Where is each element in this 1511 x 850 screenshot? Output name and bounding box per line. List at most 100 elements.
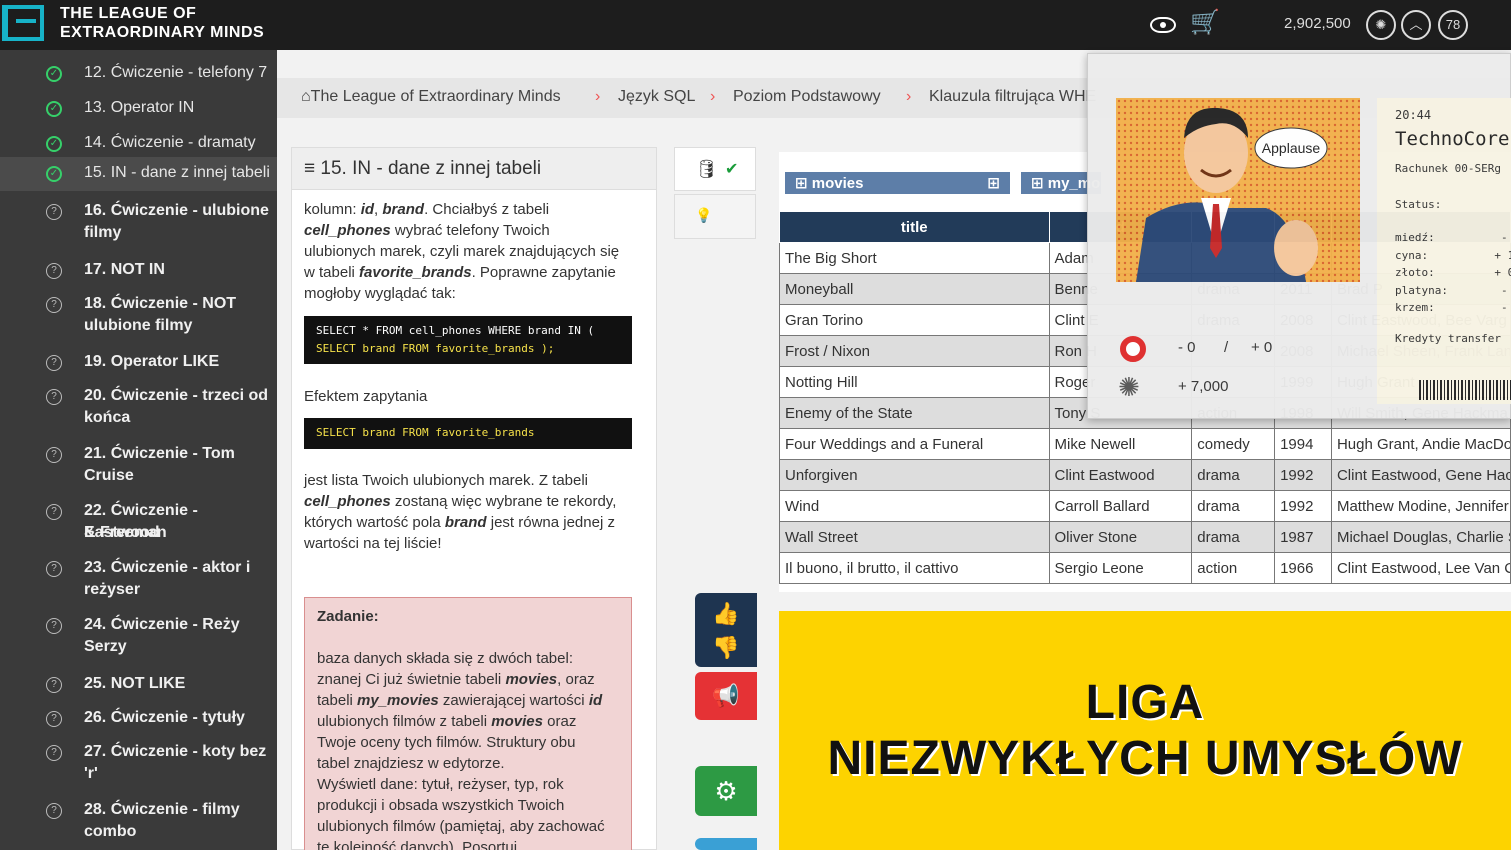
table-cell: Four Weddings and a Funeral [779,428,1050,460]
sidebar-item-label: 'r' [84,765,98,782]
receipt-status: Status: [1395,198,1442,211]
sidebar-item[interactable]: ? 16. Ćwiczenie - ulubione filmy [0,195,277,245]
table-cell: 1992 [1274,459,1332,491]
table-row: Wind Carroll Ballard drama 1992 Matthew Modi… [779,490,1511,522]
sidebar-item-label: 18. Ćwiczenie - NOT [84,295,237,312]
tab-hint[interactable]: 💡 [674,194,756,239]
question-circle-icon: ? [46,711,62,727]
menu-icon[interactable]: ≡ [304,158,320,179]
sidebar-item[interactable]: ✓ 12. Ćwiczenie - telefony 7 [0,57,277,91]
task-title: Zadanie: [317,608,379,625]
table-cell: Mike Newell [1048,428,1193,460]
sidebar-item[interactable]: ? 17. NOT IN [0,254,277,288]
league-banner: LIGA NIEZWYKŁYCH UMYSŁÓW [779,611,1511,850]
stat-credits: + 7,000 [1178,378,1229,395]
breadcrumb-home[interactable]: ⌂The League of Extraordinary Minds [301,88,561,106]
receipt-line: cyna: + 1 [1395,249,1511,262]
table-cell: Enemy of the State [779,397,1050,429]
megaphone-icon: 📢 [712,683,740,708]
logo-text[interactable]: THE LEAGUE OF EXTRAORDINARY MINDS [60,4,264,42]
question-circle-icon: ? [46,504,62,520]
stat-gain: + 0 [1251,339,1273,356]
sidebar-item[interactable]: ? 25. NOT LIKE [0,668,277,702]
banner-line-1: LIGA [1085,676,1205,729]
thumbs-down-icon[interactable]: 👎 [695,631,757,665]
sidebar-item[interactable]: ? 27. Ćwiczenie - koty bez 'r' [0,736,277,786]
sidebar-item-label: 17. NOT IN [84,261,165,278]
sidebar-item-label: 23. Ćwiczenie - aktor i [84,559,251,576]
table-cell: Clint Eastwood, Gene Hac [1330,459,1511,491]
cart-icon[interactable]: 🛒 [1190,8,1220,38]
rank-chevron-icon[interactable]: ︿ [1401,10,1431,40]
receipt-transfer: Kredyty transfer [1395,332,1501,345]
sidebar-item[interactable]: ? 20. Ćwiczenie - trzeci od końca [0,380,277,430]
sidebar-item-label: końca [84,409,131,426]
sidebar-item-label: Cruise [84,467,134,484]
table-cell: drama [1191,459,1276,491]
table-cell: drama [1191,490,1276,522]
receipt-line: miedź: - [1395,231,1508,244]
vote-button[interactable]: 👍 👎 [695,593,757,667]
top-bar: THE LEAGUE OF EXTRAORDINARY MINDS 🛒 2,90… [0,0,1511,50]
extra-button[interactable] [695,838,757,850]
question-circle-icon: ? [46,561,62,577]
sidebar-item[interactable]: ? 21. Ćwiczenie - Tom Cruise [0,438,277,488]
sidebar-item-label: & Freeman [84,524,167,541]
table-row: Four Weddings and a Funeral Mike Newell co… [779,428,1511,460]
lesson-paragraph-2: Efektem zapytania [304,388,428,405]
settings-button[interactable]: ⚙ [695,766,757,816]
eye-icon[interactable] [1150,17,1176,33]
table-cell: Clint Eastwood [1048,459,1193,491]
stat-loss: - 0 [1178,339,1196,356]
level-badge[interactable]: 78 [1438,10,1468,40]
code-block-2: SELECT brand FROM favorite_brands [304,418,632,449]
sidebar-item[interactable]: ✓ 15. IN - dane z innej tabeli [0,157,277,191]
lesson-header: ≡ 15. IN - dane z innej tabeli [292,148,656,190]
sidebar-item[interactable]: ? 28. Ćwiczenie - filmy combo [0,794,277,844]
table-cell: Carroll Ballard [1048,490,1193,522]
logo-line-1: THE LEAGUE OF [60,5,197,22]
sidebar-item-label: ulubione filmy [84,317,193,334]
sidebar-item-label: 26. Ćwiczenie - tytuły [84,709,245,726]
breadcrumb-level[interactable]: Poziom Podstawowy [733,88,881,106]
question-circle-icon: ? [46,263,62,279]
sidebar-item-label: 13. Operator IN [84,99,195,116]
question-circle-icon: ? [46,618,62,634]
sidebar-item[interactable]: ? 24. Ćwiczenie - Reży Serzy [0,609,277,659]
receipt-line: krzem: - [1395,301,1508,314]
receipt-line: platyna: - [1395,284,1508,297]
thumbs-up-icon[interactable]: 👍 [695,597,757,631]
breadcrumb-sql[interactable]: Język SQL [618,88,695,106]
tab-database[interactable]: 🛢 ✔ [674,147,756,191]
sidebar-item[interactable]: ✓ 13. Operator IN [0,92,277,126]
sidebar-item[interactable]: ? 23. Ćwiczenie - aktor i reżyser [0,552,277,602]
sidebar-item[interactable]: ? 19. Operator LIKE [0,346,277,380]
column-header[interactable]: title [779,211,1050,243]
svg-text:Applause: Applause [1262,140,1321,156]
gear-icon: ⚙ [714,776,738,806]
sidebar-item-label: 25. NOT LIKE [84,675,186,692]
report-button[interactable]: 📢 [695,672,757,720]
table-cell: 1992 [1274,490,1332,522]
chevron-right-icon: › [595,88,601,105]
sidebar-item-label: 14. Ćwiczenie - dramaty [84,134,256,151]
table-icon: ⊞ [1031,175,1048,192]
receipt-brand: TechnoCore [1395,128,1510,150]
sidebar-item[interactable]: ✓ 14. Ćwiczenie - dramaty [0,127,277,161]
logo-icon[interactable] [2,5,44,41]
sidebar-item-label: 24. Ćwiczenie - Reży [84,616,240,633]
virus-icon[interactable]: ✺ [1366,10,1396,40]
breadcrumb-topic[interactable]: Klauzula filtrująca WHE [929,88,1096,106]
lesson-title: 15. IN - dane z innej tabeli [320,158,542,179]
sidebar-item[interactable]: ? 18. Ćwiczenie - NOT ulubione filmy [0,288,277,338]
credits-counter: 2,902,500 [1284,15,1351,32]
table-cell: Gran Torino [779,304,1050,336]
question-circle-icon: ? [46,677,62,693]
sidebar-item[interactable]: ? 26. Ćwiczenie - tytuły [0,702,277,736]
sidebar-item[interactable]: ? 22. Ćwiczenie - Eastwood & Freeman [0,495,277,545]
expand-icon[interactable]: ⊞ [987,174,1000,192]
lesson-panel: ≡ 15. IN - dane z innej tabeli kolumn: i… [291,147,657,850]
table-cell: Clint Eastwood, Lee Van C [1330,552,1511,584]
table-tab-movies[interactable]: ⊞ movies ⊞ [785,172,1010,194]
table-row: Wall Street Oliver Stone drama 1987 Michael … [779,521,1511,553]
